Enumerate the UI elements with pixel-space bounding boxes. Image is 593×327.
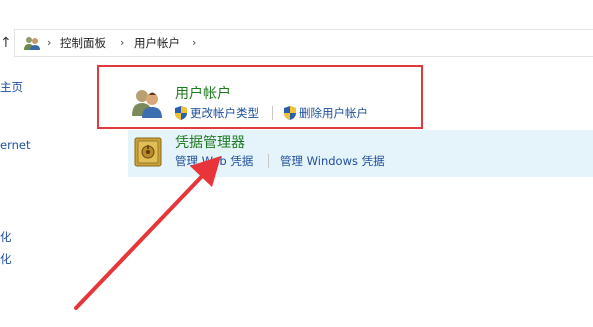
- link-divider: [268, 154, 269, 168]
- annotation-highlight-box: [97, 65, 423, 129]
- window-top-area: [0, 0, 593, 28]
- credential-manager-title[interactable]: 凭据管理器: [175, 134, 245, 152]
- breadcrumb-separator-icon[interactable]: ›: [192, 35, 196, 51]
- manage-windows-credentials-link[interactable]: 管理 Windows 凭据: [280, 154, 385, 168]
- user-accounts-icon: [24, 37, 40, 50]
- credential-vault-icon: [134, 137, 162, 167]
- breadcrumb-separator-icon[interactable]: ›: [120, 35, 124, 51]
- up-arrow-icon[interactable]: ↑: [0, 36, 14, 50]
- sidebar-item-personalize[interactable]: 化: [0, 230, 12, 244]
- address-bar[interactable]: › 控制面板 › 用户帐户 ›: [14, 29, 593, 57]
- breadcrumb-separator-icon[interactable]: ›: [47, 35, 51, 51]
- sidebar-item-home[interactable]: 主页: [0, 80, 23, 94]
- manage-web-credentials-link[interactable]: 管理 Web 凭据: [175, 154, 253, 168]
- sidebar-item-other[interactable]: 化: [0, 252, 12, 266]
- sidebar-item-internet[interactable]: ernet: [0, 138, 30, 152]
- breadcrumb-item-control-panel[interactable]: 控制面板: [60, 35, 106, 51]
- breadcrumb-item-user-accounts[interactable]: 用户帐户: [134, 35, 180, 51]
